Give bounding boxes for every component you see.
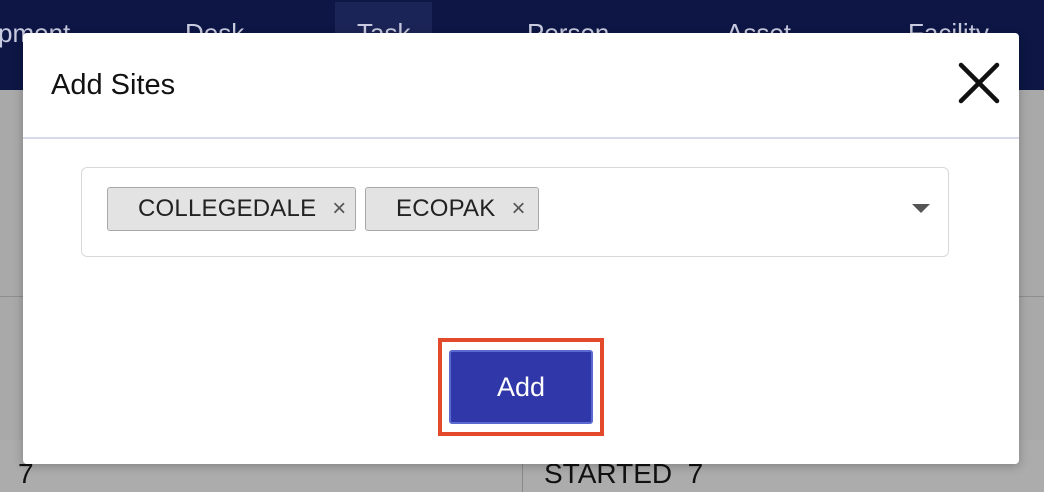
add-button[interactable]: Add	[449, 350, 593, 424]
chip-remove-icon[interactable]: ×	[495, 195, 539, 223]
close-button[interactable]	[955, 59, 1003, 107]
site-chip-ecopak: ECOPAK ×	[365, 187, 539, 231]
chip-label: COLLEGEDALE	[138, 195, 317, 222]
add-sites-dialog: Add Sites COLLEGEDALE × ECOPAK × Add	[23, 33, 1019, 464]
caret-down-icon[interactable]	[912, 204, 930, 213]
sites-multiselect[interactable]: COLLEGEDALE × ECOPAK ×	[81, 167, 949, 257]
close-x-icon	[958, 62, 1000, 104]
dialog-title: Add Sites	[51, 69, 176, 101]
site-chip-collegedale: COLLEGEDALE ×	[107, 187, 356, 231]
dialog-header: Add Sites	[23, 33, 1019, 139]
chip-remove-icon[interactable]: ×	[316, 195, 360, 223]
chip-label: ECOPAK	[396, 195, 496, 222]
